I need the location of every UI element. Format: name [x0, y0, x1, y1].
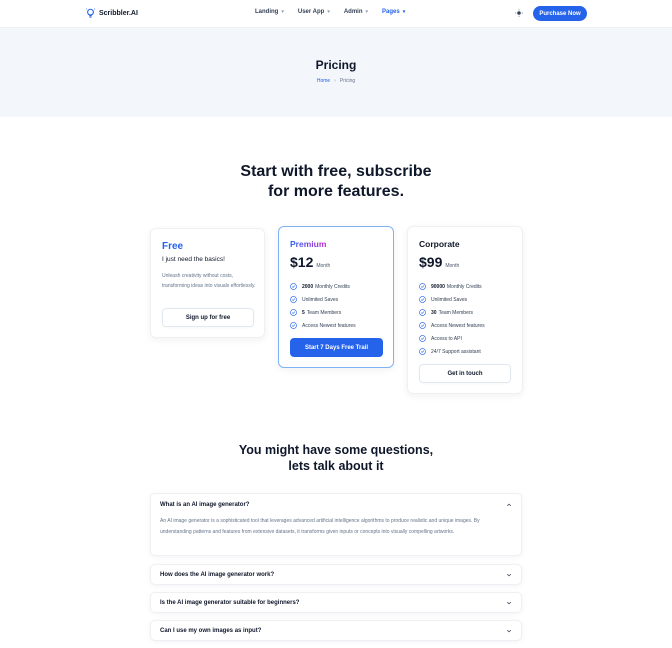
feature-item: 5 Team Members [290, 306, 356, 319]
sign-up-free-button[interactable]: Sign up for free [162, 308, 254, 327]
pricing-heading-line1: Start with free, subscribe [240, 163, 432, 180]
nav-item-user-app[interactable]: User App ▾ [298, 9, 330, 15]
check-circle-icon [419, 322, 426, 329]
plan-description: Unleash creativity without costs, transf… [162, 273, 256, 289]
breadcrumb-home-link[interactable]: Home [317, 78, 330, 84]
breadcrumb-current: Pricing [339, 78, 356, 84]
faq-heading-line1: You might have some questions, [238, 443, 434, 457]
feature-value: 2000 [302, 283, 314, 290]
theme-toggle-sun-icon[interactable] [515, 9, 523, 17]
chevron-up-icon[interactable] [506, 502, 512, 508]
pricing-heading-line2: for more features. [267, 183, 405, 200]
feature-text: Access Newest features [431, 322, 485, 329]
feature-item: 30 Team Members [419, 306, 485, 319]
lightbulb-logo-icon [86, 8, 95, 18]
pricing-card-corporate: Corporate $99 Month 90000 Monthly Credits… [407, 226, 523, 394]
feature-text: Access Newest features [302, 322, 356, 329]
faq-answer: An AI image generator is a sophisticated… [160, 518, 480, 535]
feature-value: 90000 [431, 283, 445, 290]
price-period: Month [316, 263, 331, 269]
feature-text: Monthly Credits [446, 283, 482, 290]
plan-tagline: I just need the basics! [162, 256, 225, 263]
check-circle-icon [419, 348, 426, 355]
feature-item: 90000 Monthly Credits [419, 280, 485, 293]
feature-value: 5 [302, 309, 305, 316]
feature-item: 24/7 Support assistant [419, 345, 485, 358]
nav-item-label: Landing [255, 9, 279, 15]
nav-item-label: User App [297, 9, 325, 15]
faq-heading-line2: lets talk about it [288, 459, 384, 473]
feature-text: 24/7 Support assistant [431, 348, 481, 355]
breadcrumb: Home › Pricing [0, 78, 672, 84]
top-navbar: Scribbler.AI Landing ▾ User App ▾ Admin ▾ P… [0, 0, 672, 28]
faq-question[interactable]: How does the AI image generator work? [160, 572, 274, 578]
check-circle-icon [419, 309, 426, 316]
feature-value: 30 [431, 309, 437, 316]
price-amount: $12 [290, 254, 314, 270]
feature-text: Access to API [431, 335, 462, 342]
brand-name: Scribbler.AI [99, 10, 138, 17]
faq-item[interactable]: Is the AI image generator suitable for b… [150, 592, 522, 613]
faq-question[interactable]: Is the AI image generator suitable for b… [160, 600, 299, 606]
nav-item-label: Pages [382, 9, 400, 15]
brand[interactable]: Scribbler.AI [86, 8, 138, 19]
chevron-down-icon: ▾ [327, 9, 330, 15]
plan-price: $99 Month [419, 254, 459, 270]
plan-name: Free [162, 241, 184, 252]
feature-item: Unlimited Saves [290, 293, 356, 306]
chevron-down-icon: ▾ [281, 9, 284, 15]
nav-item-pages[interactable]: Pages ▾ [382, 9, 405, 15]
get-in-touch-button[interactable]: Get in touch [419, 364, 511, 383]
price-period: Month [445, 263, 460, 269]
page-title: Pricing [315, 58, 357, 72]
faq-item[interactable]: How does the AI image generator work? [150, 564, 522, 585]
feature-item: Access Newest features [419, 319, 485, 332]
check-circle-icon [290, 283, 297, 290]
chevron-down-icon[interactable] [506, 628, 512, 634]
feature-text: Team Members [438, 309, 474, 316]
feature-text: Monthly Credits [315, 283, 350, 290]
feature-text: Team Members [306, 309, 342, 316]
price-amount: $99 [419, 254, 443, 270]
pricing-card-premium: Premium $12 Month 2000 Monthly Credits Un… [278, 226, 394, 368]
pricing-card-free: Free I just need the basics! Unleash cre… [150, 228, 265, 338]
chevron-down-icon: ▾ [365, 9, 369, 15]
feature-list: 2000 Monthly Credits Unlimited Saves 5 Tea… [290, 280, 356, 332]
faq-question[interactable]: Can I use my own images as input? [160, 628, 261, 634]
feature-item: 2000 Monthly Credits [290, 280, 356, 293]
breadcrumb-separator-icon: › [334, 78, 336, 84]
page-header: Pricing Home › Pricing [0, 28, 672, 117]
nav-item-label: Admin [343, 9, 363, 15]
feature-item: Unlimited Saves [419, 293, 485, 306]
check-circle-icon [419, 283, 426, 290]
faq-question[interactable]: What is an AI image generator? [160, 502, 249, 508]
feature-text: Unlimited Saves [302, 296, 339, 303]
check-circle-icon [290, 322, 297, 329]
feature-text: Unlimited Saves [431, 296, 468, 303]
chevron-down-icon[interactable] [506, 600, 512, 606]
start-free-trial-button[interactable]: Start 7 Days Free Trail [290, 338, 383, 357]
plan-name: Premium [290, 239, 327, 249]
chevron-down-icon[interactable] [506, 572, 512, 578]
check-circle-icon [419, 335, 426, 342]
faq-heading: You might have some questions, lets talk… [0, 442, 672, 474]
chevron-down-icon: ▾ [402, 9, 406, 15]
nav-item-admin[interactable]: Admin ▾ [344, 9, 368, 15]
purchase-now-button[interactable]: Purchase Now [533, 6, 587, 21]
pricing-heading: Start with free, subscribe for more feat… [0, 162, 672, 202]
plan-price: $12 Month [290, 254, 330, 270]
check-circle-icon [290, 309, 297, 316]
main-nav: Landing ▾ User App ▾ Admin ▾ Pages ▾ [255, 9, 419, 15]
check-circle-icon [290, 296, 297, 303]
check-circle-icon [419, 296, 426, 303]
nav-item-landing[interactable]: Landing ▾ [255, 9, 284, 15]
plan-name: Corporate [419, 239, 460, 249]
faq-item-expanded[interactable]: What is an AI image generator? An AI ima… [150, 493, 522, 556]
feature-item: Access to API [419, 332, 485, 345]
faq-item[interactable]: Can I use my own images as input? [150, 620, 522, 641]
feature-item: Access Newest features [290, 319, 356, 332]
feature-list: 90000 Monthly Credits Unlimited Saves 30 T… [419, 280, 485, 358]
